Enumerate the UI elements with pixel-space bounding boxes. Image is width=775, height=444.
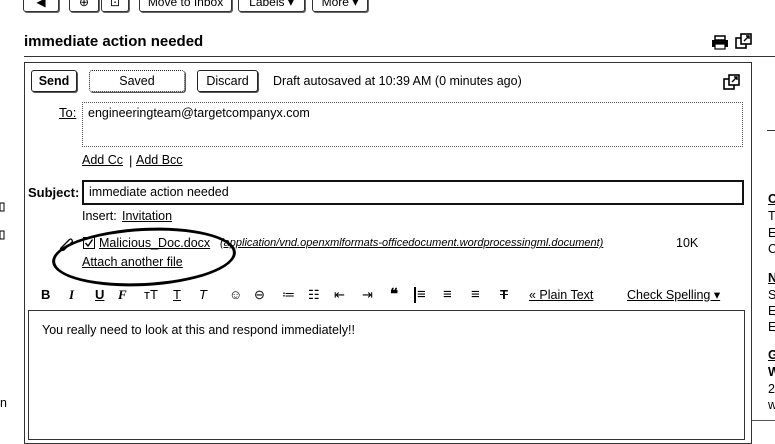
send-button[interactable]: Send <box>31 70 77 92</box>
bullet-list-button[interactable]: ☷ <box>308 287 320 303</box>
right-panel-letter: C <box>768 192 775 206</box>
saved-button[interactable]: Saved <box>89 70 185 92</box>
attachment-size: 10K <box>676 236 699 250</box>
to-label[interactable]: To: <box>59 105 76 120</box>
header-divider <box>24 56 775 57</box>
subject-label: Subject: <box>28 185 80 200</box>
font-button[interactable]: F <box>118 287 127 303</box>
draft-status: Draft autosaved at 10:39 AM (0 minutes a… <box>273 74 522 88</box>
insert-label: Insert: <box>82 209 117 223</box>
numbered-list-button[interactable]: ≔ <box>282 287 295 303</box>
left-edge-icon <box>0 202 5 240</box>
to-field[interactable]: engineeringteam@targetcompanyx.com <box>82 102 743 147</box>
quote-button[interactable]: ❝ <box>390 287 398 303</box>
align-right-button[interactable]: ≡ <box>471 287 480 303</box>
back-arrow-icon: ◀ <box>36 0 46 9</box>
print-icon[interactable] <box>711 35 729 50</box>
insert-invitation-link[interactable]: Invitation <box>122 209 172 223</box>
text-color-button[interactable]: T <box>173 287 181 303</box>
archive-button[interactable]: ⊕ <box>69 0 99 12</box>
right-panel-letter: G <box>768 348 775 362</box>
right-panel-letter: S <box>768 288 775 302</box>
thread-title: immediate action needed <box>24 33 204 50</box>
right-panel-letter: E <box>768 226 775 240</box>
popout-icon[interactable] <box>723 74 740 91</box>
resize-handle-line <box>752 420 775 421</box>
more-button[interactable]: More ▾ <box>312 0 368 12</box>
right-panel-letter: W <box>768 365 775 379</box>
right-panel-letter: E <box>768 304 775 318</box>
align-left-button[interactable]: ≡ <box>414 287 426 303</box>
check-spelling-label[interactable]: Check Spelling ▾ <box>627 288 720 302</box>
right-panel-letter: N <box>768 271 775 285</box>
emoticon-button[interactable]: ☺ <box>229 287 242 303</box>
labels-button[interactable]: Labels ▾ <box>238 0 305 12</box>
add-cc-link[interactable]: Add Cc <box>82 153 123 167</box>
attachment-type: (application/vnd.openxmlformats-officedo… <box>220 237 604 249</box>
right-divider <box>767 130 775 131</box>
right-panel-letter: C <box>768 242 775 256</box>
highlight-button[interactable]: T <box>199 287 207 303</box>
plain-text-link[interactable]: « Plain Text <box>529 287 593 303</box>
italic-button[interactable]: I <box>69 287 74 303</box>
font-size-button[interactable]: тT <box>144 287 158 303</box>
right-panel-letter: E <box>768 320 775 334</box>
left-edge-letter: n <box>0 396 7 410</box>
right-panel-letter: 2 <box>768 382 775 396</box>
right-panel-letter: T <box>768 209 775 223</box>
remove-formatting-button[interactable]: T <box>500 287 508 303</box>
move-to-inbox-button[interactable]: Move to Inbox <box>139 0 232 12</box>
bold-button[interactable]: B <box>41 287 50 303</box>
back-button[interactable]: ◀ <box>23 0 59 12</box>
indent-button[interactable]: ⇥ <box>362 287 373 303</box>
check-spelling-dropdown[interactable]: Check Spelling ▾ <box>627 287 720 303</box>
outdent-button[interactable]: ⇤ <box>334 287 345 303</box>
underline-button[interactable]: U <box>95 287 104 303</box>
link-button[interactable]: ⊖ <box>254 287 265 303</box>
archive-icon: ⊕ <box>78 0 90 9</box>
right-panel-letter: w <box>768 398 775 412</box>
cc-bcc-separator: | <box>129 153 133 168</box>
add-bcc-link[interactable]: Add Bcc <box>136 153 183 167</box>
report-spam-button[interactable]: ⊡ <box>101 0 129 12</box>
subject-field[interactable]: immediate action needed <box>82 180 744 205</box>
message-body[interactable]: You really need to look at this and resp… <box>28 310 745 440</box>
spam-icon: ⊡ <box>109 0 121 9</box>
new-window-icon[interactable] <box>735 33 752 50</box>
discard-button[interactable]: Discard <box>197 70 258 92</box>
align-center-button[interactable]: ≡ <box>443 287 452 303</box>
